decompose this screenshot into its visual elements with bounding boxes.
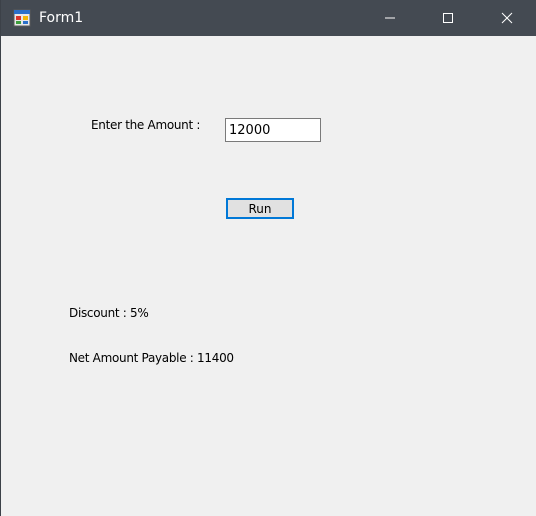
- amount-input[interactable]: [225, 118, 321, 142]
- net-amount-label: Net Amount Payable : 11400: [69, 351, 234, 365]
- window-title: Form1: [39, 10, 84, 26]
- run-button[interactable]: Run: [226, 198, 294, 219]
- minimize-button[interactable]: [367, 0, 413, 36]
- discount-label: Discount : 5%: [69, 306, 149, 320]
- form1-window: Form1 Enter the Amount : Run Discount : …: [0, 0, 536, 516]
- form-client-area: Enter the Amount : Run Discount : 5% Net…: [1, 36, 536, 516]
- maximize-icon: [442, 9, 454, 28]
- amount-label: Enter the Amount :: [91, 118, 201, 132]
- close-icon: [501, 9, 513, 28]
- title-bar[interactable]: Form1: [1, 0, 536, 36]
- app-icon[interactable]: [13, 9, 31, 27]
- minimize-icon: [384, 9, 396, 28]
- maximize-button[interactable]: [425, 0, 471, 36]
- close-button[interactable]: [484, 0, 530, 36]
